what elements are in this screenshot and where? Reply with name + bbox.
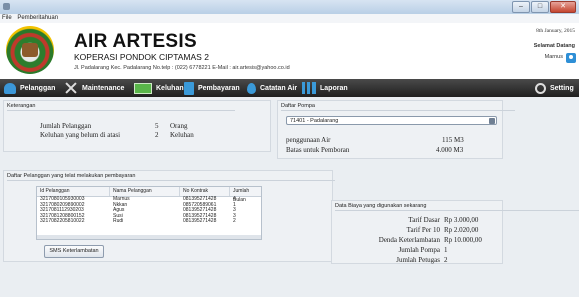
users-icon (4, 82, 16, 94)
nav-setting[interactable]: Setting (535, 79, 574, 97)
table-cell: 2 (233, 218, 236, 224)
nav-pembayaran-label: Pembayaran (198, 84, 240, 92)
tarif-dasar-value: Rp 3.000,00 (444, 216, 479, 224)
nav-pelanggan-label: Pelanggan (20, 84, 56, 92)
table-cell: Rudi (113, 218, 124, 224)
water-drop-icon (247, 82, 256, 94)
jumlah-pelanggan-unit: Orang (170, 122, 188, 130)
username: Marnus (544, 54, 563, 60)
pompa-panel: Daftar Pompa 71401 - Padalarang pengguna… (277, 100, 515, 159)
menu-file[interactable]: File (0, 14, 14, 23)
batas-pemboran-label: Batas untuk Pemboran (286, 146, 350, 154)
nav-keluhan[interactable]: Keluhan (134, 79, 184, 97)
menu-pemberitahuan[interactable]: Pemberitahuan (15, 14, 60, 23)
nav-keluhan-label: Keluhan (156, 84, 184, 92)
telat-table[interactable]: Id Pelanggan Nama Pelanggan No Kontrak J… (36, 186, 262, 240)
pompa-title: Daftar Pompa (281, 103, 515, 111)
pompa-select-value: 71401 - Padalarang (290, 118, 339, 124)
jumlah-pelanggan-label: Jumlah Pelanggan (40, 122, 92, 130)
table-cell: 3217082205810022 (40, 218, 85, 224)
nav-pembayaran[interactable]: Pembayaran (184, 79, 240, 97)
jumlah-petugas-value: 2 (444, 256, 448, 264)
nav-pelanggan[interactable]: Pelanggan (4, 79, 55, 97)
keterangan-title: Keterangan (7, 103, 240, 111)
column-header[interactable]: Id Pelanggan (37, 187, 110, 196)
app-header: AIR ARTESIS KOPERASI PONDOK CIPTAMAS 2 J… (0, 23, 579, 79)
table-horizontal-scrollbar[interactable] (37, 235, 261, 239)
jumlah-petugas-label: Jumlah Petugas (396, 256, 440, 264)
window-controls: – □ ✕ (512, 1, 576, 13)
chart-icon (302, 82, 316, 94)
table-row[interactable]: 3217082205810022 Rudi 081395271428 2 (37, 218, 261, 225)
pompa-select[interactable]: 71401 - Padalarang (286, 116, 497, 125)
column-header[interactable]: Jumlah Bulan (230, 187, 261, 203)
jumlah-pompa-value: 1 (444, 246, 448, 254)
app-address: Jl. Padalarang Kec. Padalarang No.telp :… (74, 65, 290, 71)
sms-keterlambatan-button[interactable]: SMS Keterlambatan (44, 245, 104, 258)
telat-title: Daftar Pelanggan yang telat melakukan pe… (7, 173, 337, 181)
keluhan-label: Keluhan yang belum di atasi (40, 131, 121, 139)
penggunaan-air-label: penggunaan Air (286, 136, 331, 144)
column-header[interactable]: No Kontrak (180, 187, 230, 196)
mail-icon (134, 82, 152, 94)
jumlah-pompa-label: Jumlah Pompa (398, 246, 440, 254)
biaya-panel: Data Biaya yang digunakan sekarang Tarif… (331, 200, 579, 264)
app-icon (3, 3, 10, 10)
penggunaan-air-value: 115 M3 (442, 136, 464, 144)
keluhan-unit: Keluhan (170, 131, 194, 139)
gear-icon (535, 82, 546, 94)
denda-label: Denda Keterlambatan (378, 236, 440, 244)
jumlah-pelanggan-value: 5 (155, 122, 159, 130)
nav-laporan-label: Laporan (320, 84, 348, 92)
biaya-title: Data Biaya yang digunakan sekarang (335, 203, 579, 211)
current-date: 8th January, 2015 (536, 28, 575, 34)
chevron-down-icon (489, 118, 495, 124)
tarif-per-10-value: Rp 2.020,00 (444, 226, 479, 234)
column-header[interactable]: Nama Pelanggan (110, 187, 180, 196)
maximize-button[interactable]: □ (531, 1, 549, 13)
minimize-button[interactable]: – (512, 1, 530, 13)
window-titlebar: – □ ✕ (0, 0, 579, 15)
nav-maintenance[interactable]: Maintenance (64, 79, 124, 97)
tarif-dasar-label: Tarif Dasar (408, 216, 440, 224)
dashboard-content: Keterangan Jumlah Pelanggan 5 Orang Kelu… (0, 97, 579, 297)
nav-setting-label: Setting (550, 84, 574, 92)
telat-panel: Daftar Pelanggan yang telat melakukan pe… (3, 170, 337, 262)
nav-laporan[interactable]: Laporan (302, 79, 348, 97)
tarif-per-10-label: Tarif Per 10 (406, 226, 440, 234)
nav-catatan-air-label: Catatan Air (260, 84, 298, 92)
keterangan-panel: Keterangan Jumlah Pelanggan 5 Orang Kelu… (3, 100, 271, 152)
nav-catatan-air[interactable]: Catatan Air (247, 79, 297, 97)
tools-icon (64, 82, 78, 94)
user-icon[interactable] (566, 53, 576, 63)
welcome-text: Selamat Datang (533, 43, 575, 49)
app-subtitle: KOPERASI PONDOK CIPTAMAS 2 (74, 52, 209, 62)
document-icon (184, 81, 194, 95)
app-title: AIR ARTESIS (74, 31, 197, 52)
nav-maintenance-label: Maintenance (82, 84, 125, 92)
cooperative-logo (6, 26, 54, 74)
close-button[interactable]: ✕ (550, 1, 576, 13)
batas-pemboran-value: 4.000 M3 (436, 146, 464, 154)
keluhan-value: 2 (155, 131, 159, 139)
denda-value: Rp 10.000,00 (444, 236, 482, 244)
table-cell: 081395271428 (183, 218, 217, 224)
main-navbar: Pelanggan Maintenance Keluhan Pembayaran… (0, 79, 579, 97)
